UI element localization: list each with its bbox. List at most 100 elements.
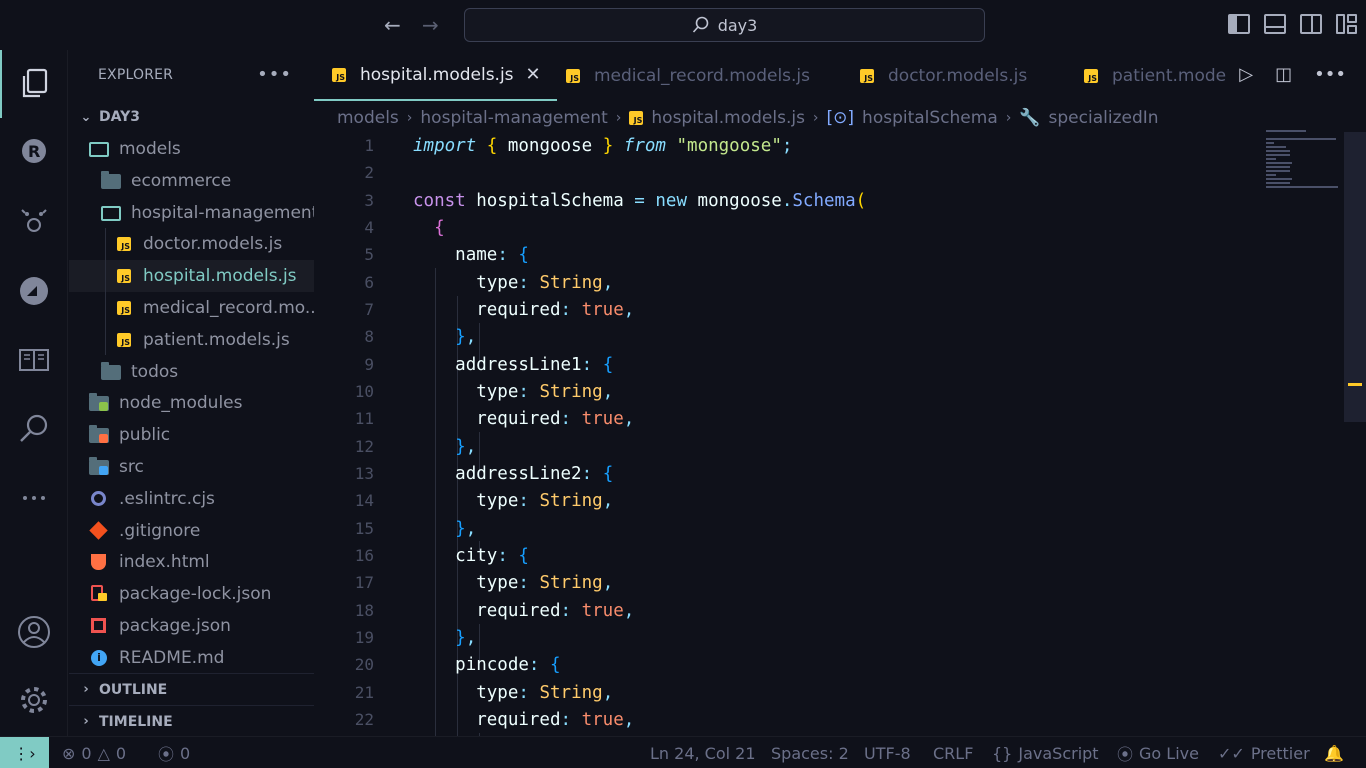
info-icon: i xyxy=(89,649,111,667)
more-icon[interactable] xyxy=(0,464,68,532)
folder-item[interactable]: node_modules xyxy=(69,387,314,419)
file-item[interactable]: i README.md xyxy=(69,642,314,674)
vertical-scrollbar[interactable] xyxy=(1344,132,1366,422)
problems-status[interactable]: ⊗ 0 △ 0 xyxy=(62,737,126,768)
line-number: 15 xyxy=(354,519,374,538)
folder-item[interactable]: hospital-management xyxy=(69,197,314,229)
eslint-icon xyxy=(89,490,111,508)
prettier-status[interactable]: ✓✓ Prettier xyxy=(1218,737,1310,768)
line-number: 17 xyxy=(354,573,374,592)
explorer-sidebar: EXPLORER ••• ⌄ DAY3 models ecommerce hospi… xyxy=(69,50,314,736)
folder-open-icon xyxy=(101,204,123,222)
more-actions-icon[interactable]: ••• xyxy=(1314,64,1346,85)
prettier-label: Prettier xyxy=(1250,743,1310,763)
scroll-marker xyxy=(1348,383,1362,386)
editor-actions: ▷ ◫ ••• xyxy=(1227,64,1346,85)
arrow-right-icon[interactable]: → xyxy=(422,13,439,37)
more-actions-icon[interactable]: ••• xyxy=(257,64,292,85)
run-icon[interactable]: ▷ xyxy=(1239,64,1253,85)
tab-bar: JS hospital.models.js ✕ JS medical_recor… xyxy=(314,50,1366,101)
eol-status[interactable]: CRLF xyxy=(933,737,973,768)
breadcrumb-item[interactable]: hospitalSchema xyxy=(862,108,998,128)
file-item[interactable]: .gitignore xyxy=(69,515,314,547)
folder-item[interactable]: models xyxy=(69,133,314,165)
js-file-icon: JS xyxy=(113,267,135,285)
variable-icon: [⊙] xyxy=(826,108,855,128)
chevron-down-icon: ⌄ xyxy=(80,109,92,125)
code-line: type: String, xyxy=(476,572,614,593)
js-file-icon: JS xyxy=(113,299,135,317)
tab-hospital-models[interactable]: JS hospital.models.js ✕ xyxy=(314,50,557,101)
folder-item[interactable]: src xyxy=(69,451,314,483)
line-number: 21 xyxy=(354,683,374,702)
chevron-right-icon: › xyxy=(83,714,89,729)
line-number: 22 xyxy=(354,710,374,729)
file-item[interactable]: .eslintrc.cjs xyxy=(69,483,314,515)
tab-medical-record-models[interactable]: JS medical_record.models.js xyxy=(566,50,810,101)
timeline-section[interactable]: › TIMELINE xyxy=(69,705,314,736)
tab-doctor-models[interactable]: JS doctor.models.js xyxy=(860,50,1027,101)
encoding-status[interactable]: UTF-8 xyxy=(864,737,911,768)
arrow-left-icon[interactable]: ← xyxy=(384,13,401,37)
error-icon: ⊗ xyxy=(62,743,76,763)
toggle-secondary-sidebar-icon[interactable] xyxy=(1300,14,1322,34)
search-icon[interactable] xyxy=(0,395,68,463)
breadcrumb-item[interactable]: hospital-management xyxy=(420,108,607,128)
remote-explorer-icon[interactable] xyxy=(0,257,68,325)
double-check-icon: ✓✓ xyxy=(1218,743,1245,763)
gear-icon[interactable] xyxy=(0,666,68,734)
code-line: required: true, xyxy=(476,408,635,429)
bell-icon[interactable]: 🔔 xyxy=(1324,737,1344,768)
indentation-status[interactable]: Spaces: 2 xyxy=(771,737,849,768)
tab-label: hospital.models.js xyxy=(360,64,514,85)
remote-window-icon[interactable]: ⋮› xyxy=(0,737,49,768)
breadcrumb-item[interactable]: models xyxy=(337,108,399,128)
folder-item[interactable]: public xyxy=(69,419,314,451)
tree-item-label: src xyxy=(119,457,144,477)
code-line: city: { xyxy=(455,545,529,566)
breadcrumb-item[interactable]: specializedIn xyxy=(1049,108,1159,128)
account-icon[interactable] xyxy=(0,598,68,666)
extension-r-icon[interactable]: R xyxy=(0,119,68,187)
minimap[interactable] xyxy=(1266,130,1346,200)
wrench-icon: 🔧 xyxy=(1019,108,1041,128)
folder-icon xyxy=(101,170,123,190)
code-line: type: String, xyxy=(476,381,614,402)
breadcrumb: models › hospital-management › JS hospit… xyxy=(337,104,1159,132)
code-line: }, xyxy=(455,326,477,347)
code-line: required: true, xyxy=(476,709,635,730)
file-item[interactable]: package-lock.json xyxy=(69,578,314,610)
toggle-panel-icon[interactable] xyxy=(1264,14,1286,34)
book-icon[interactable] xyxy=(0,326,68,394)
line-number: 11 xyxy=(354,409,374,428)
tree-item-label: package-lock.json xyxy=(119,584,272,605)
folder-public-icon xyxy=(89,425,111,444)
line-number: 18 xyxy=(354,601,374,620)
go-live-label: Go Live xyxy=(1139,743,1199,763)
ports-status[interactable]: ⦿ 0 xyxy=(158,737,190,768)
language-mode[interactable]: {} JavaScript xyxy=(992,737,1099,768)
close-icon[interactable]: ✕ xyxy=(526,64,541,85)
tab-label: medical_record.models.js xyxy=(594,65,811,86)
root-folder-header[interactable]: ⌄ DAY3 xyxy=(69,101,314,133)
file-item[interactable]: package.json xyxy=(69,610,314,642)
explorer-icon[interactable] xyxy=(0,50,68,118)
folder-item[interactable]: ecommerce xyxy=(69,165,314,197)
folder-item[interactable]: todos xyxy=(69,356,314,388)
command-center-search[interactable]: day3 xyxy=(464,8,985,42)
toggle-primary-sidebar-icon[interactable] xyxy=(1228,14,1250,34)
breadcrumb-item[interactable]: hospital.models.js xyxy=(651,108,805,128)
split-editor-icon[interactable]: ◫ xyxy=(1275,64,1292,85)
warning-count: 0 xyxy=(115,743,127,763)
run-debug-icon[interactable] xyxy=(0,188,68,256)
outline-section[interactable]: › OUTLINE xyxy=(69,673,314,705)
tree-item-label: .gitignore xyxy=(119,520,201,541)
line-number: 9 xyxy=(364,355,374,374)
cursor-position[interactable]: Ln 24, Col 21 xyxy=(650,737,756,768)
tree-item-label: doctor.models.js xyxy=(143,234,283,255)
customize-layout-icon[interactable] xyxy=(1336,14,1358,34)
file-item[interactable]: index.html xyxy=(69,546,314,578)
tree-item-label: .eslintrc.cjs xyxy=(119,488,215,509)
tree-item-label: medical_record.mo... xyxy=(143,298,314,318)
go-live-button[interactable]: ⦿ Go Live xyxy=(1117,737,1199,768)
